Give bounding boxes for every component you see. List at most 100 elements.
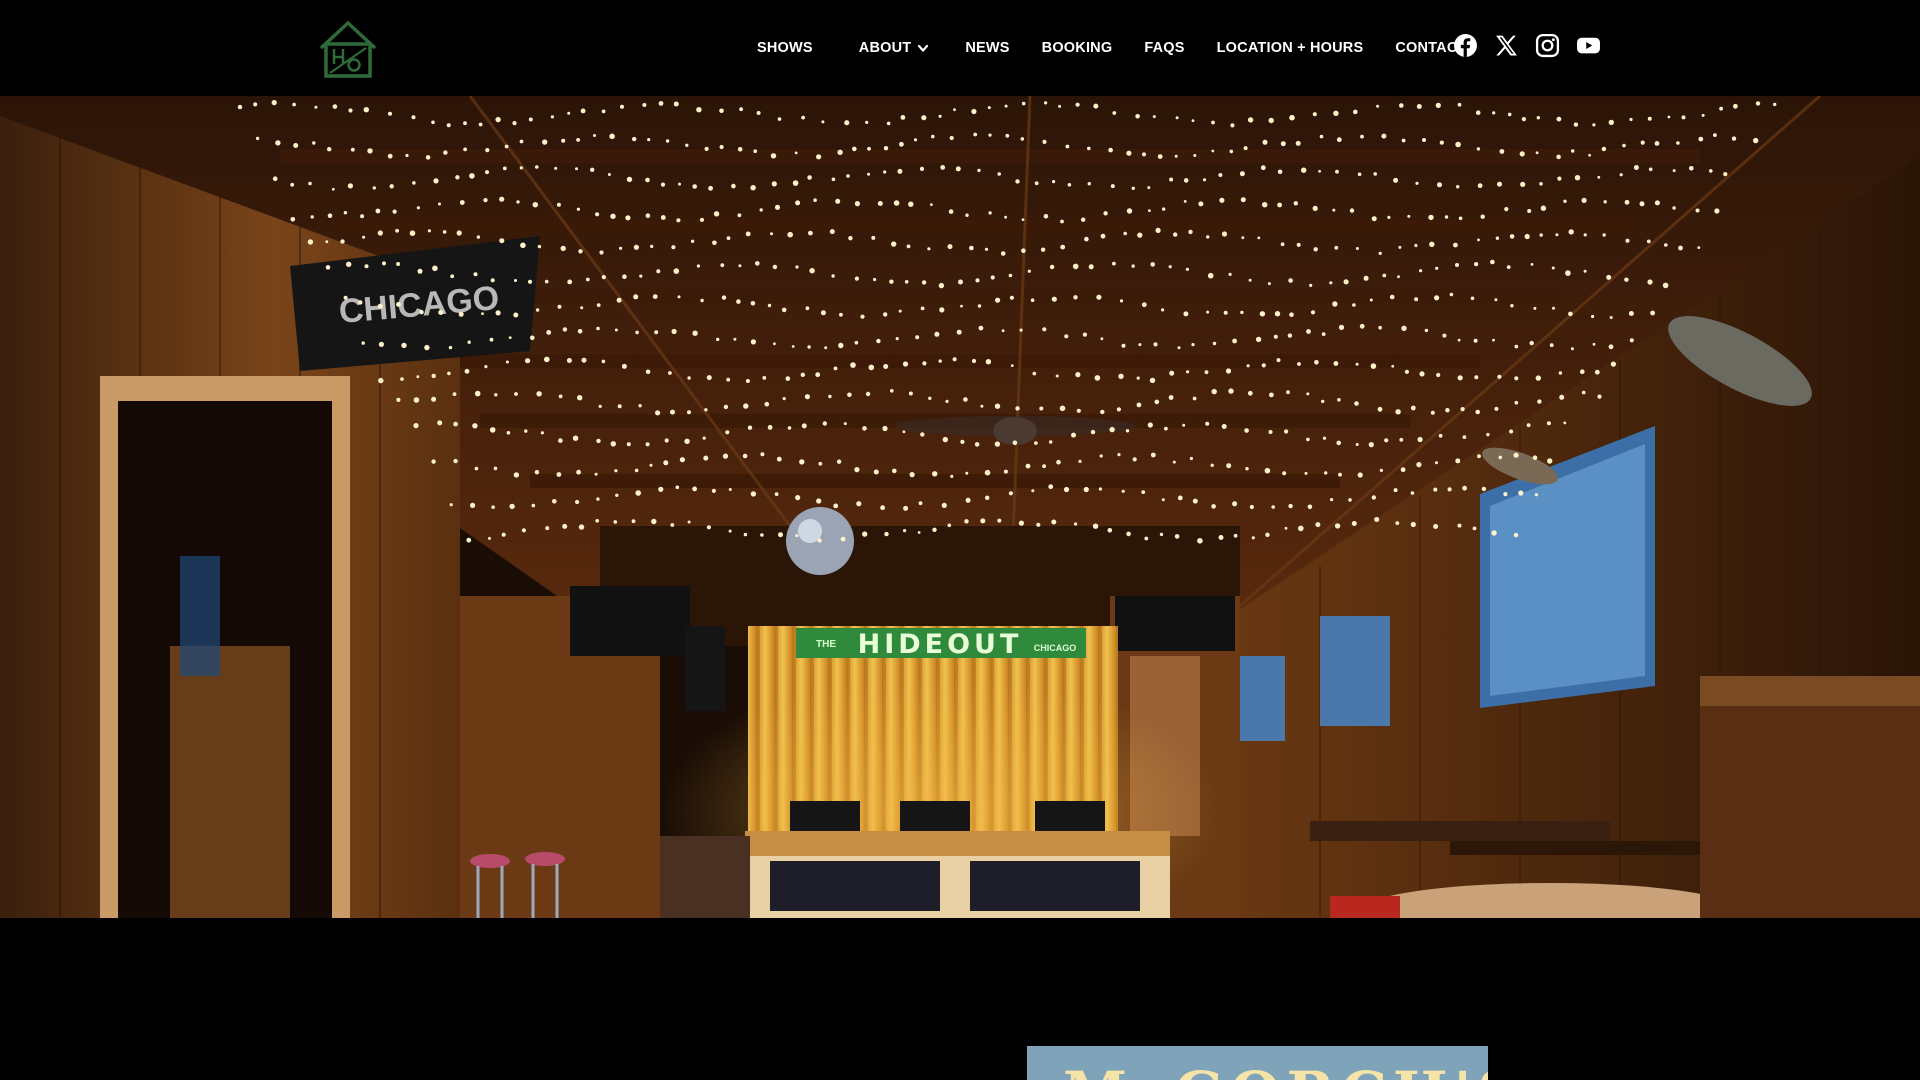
string-light-bulb (663, 460, 669, 466)
string-light-bulb (1433, 487, 1438, 492)
nav-shows[interactable]: SHOWS (757, 40, 813, 56)
string-light-bulb (452, 392, 457, 396)
string-light-bulb (528, 117, 533, 122)
x-twitter-link[interactable] (1494, 33, 1519, 58)
string-light-bulb (960, 304, 963, 308)
string-light-bulb (1123, 231, 1127, 236)
string-light-bulb (1018, 520, 1024, 526)
string-light-bulb (801, 423, 807, 429)
string-light-bulb (1219, 197, 1225, 203)
string-light-bulb (831, 274, 835, 278)
string-light-bulb (476, 235, 481, 239)
string-light-bulb (673, 268, 680, 274)
string-light-bulb (833, 366, 838, 371)
nav-location-hours[interactable]: LOCATION + HOURS (1217, 40, 1364, 56)
string-light-bulb (1594, 369, 1600, 375)
string-light-bulb (1147, 422, 1153, 428)
string-light-bulb (544, 279, 549, 284)
string-light-bulb (1154, 399, 1160, 405)
string-light-bulb (776, 456, 782, 462)
nav-news[interactable]: NEWS (965, 40, 1009, 56)
string-light-bulb (550, 115, 555, 119)
string-light-bulb (1723, 172, 1728, 177)
string-light-bulb (378, 377, 384, 384)
string-light-bulb (580, 108, 586, 114)
string-light-bulb (456, 230, 462, 236)
string-light-bulb (893, 200, 900, 206)
string-light-bulb (392, 209, 397, 214)
string-light-bulb (530, 335, 535, 341)
string-light-bulb (525, 358, 531, 364)
string-light-bulb (387, 153, 393, 159)
string-light-bulb (1601, 146, 1607, 152)
string-light-bulb (1573, 122, 1579, 127)
facebook-link[interactable] (1453, 33, 1478, 58)
string-light-bulb (750, 491, 757, 497)
string-light-bulb (1210, 463, 1214, 467)
string-light-bulb (876, 338, 881, 344)
string-light-bulb (1455, 141, 1461, 148)
string-light-bulb (1084, 236, 1089, 242)
string-light-bulb (535, 165, 539, 169)
string-light-bulb (1042, 327, 1047, 332)
nav-faqs[interactable]: FAQS (1144, 40, 1184, 56)
string-light-bulb (980, 404, 984, 408)
nav-about[interactable]: ABOUT (859, 40, 930, 56)
youtube-link[interactable] (1576, 33, 1601, 58)
string-light-bulb (633, 294, 639, 300)
string-light-bulb (1082, 332, 1087, 337)
string-light-bulb (1583, 269, 1587, 273)
string-light-bulb (1177, 495, 1183, 501)
string-light-bulb (1470, 296, 1475, 301)
string-light-bulb (1445, 408, 1450, 413)
string-light-bulb (904, 280, 909, 284)
string-light-bulb (493, 466, 498, 471)
string-light-bulb (781, 307, 787, 313)
string-light-bulb (432, 265, 438, 272)
nav-booking[interactable]: BOOKING (1042, 40, 1113, 56)
string-light-bulb (932, 471, 938, 477)
string-light-bulb (1458, 216, 1463, 221)
string-light-bulb (509, 503, 515, 510)
string-light-bulb (1159, 532, 1164, 537)
string-light-bulb (1633, 165, 1639, 170)
string-light-bulb (1177, 346, 1181, 350)
string-light-bulb (1019, 328, 1023, 332)
string-light-bulb (1648, 167, 1653, 172)
string-light-bulb (1391, 364, 1395, 368)
string-light-bulb (1539, 233, 1543, 237)
string-light-bulb (1475, 110, 1481, 115)
string-light-bulb (1126, 208, 1133, 214)
string-light-bulb (1088, 264, 1094, 270)
string-light-bulb (963, 397, 968, 402)
string-light-bulb (965, 497, 971, 503)
string-light-bulb (1262, 202, 1268, 208)
string-light-bulb (1462, 435, 1467, 439)
string-light-bulb (527, 279, 533, 284)
string-light-bulb (1246, 364, 1250, 368)
string-light-bulb (1191, 119, 1195, 122)
string-light-bulb (1415, 181, 1419, 185)
home-logo-link[interactable] (317, 18, 379, 80)
string-light-bulb (1407, 214, 1411, 218)
string-light-bulb (1182, 423, 1186, 427)
string-light-bulb (1444, 215, 1449, 219)
string-light-bulb (820, 310, 826, 316)
nav-about-label: ABOUT (858, 40, 912, 56)
string-light-bulb (920, 432, 925, 437)
string-light-bulb (1354, 401, 1359, 406)
string-light-bulb (1312, 112, 1317, 117)
string-light-bulb (1112, 111, 1117, 115)
featured-show-poster[interactable]: McGORCH'S (1027, 1046, 1488, 1080)
string-light-bulb (578, 249, 583, 254)
main-nav: SHOWS ABOUT NEWS BOOKING FAQS LOCATION +… (740, 0, 1467, 96)
string-light-bulb (647, 138, 651, 142)
string-light-bulb (1218, 173, 1223, 177)
string-light-bulb (700, 217, 704, 222)
string-light-bulb (684, 438, 690, 444)
string-light-bulb (938, 359, 942, 363)
string-light-bulb (1713, 133, 1717, 137)
string-light-bulb (690, 239, 695, 243)
instagram-link[interactable] (1535, 33, 1560, 58)
string-light-bulb (1378, 251, 1382, 255)
